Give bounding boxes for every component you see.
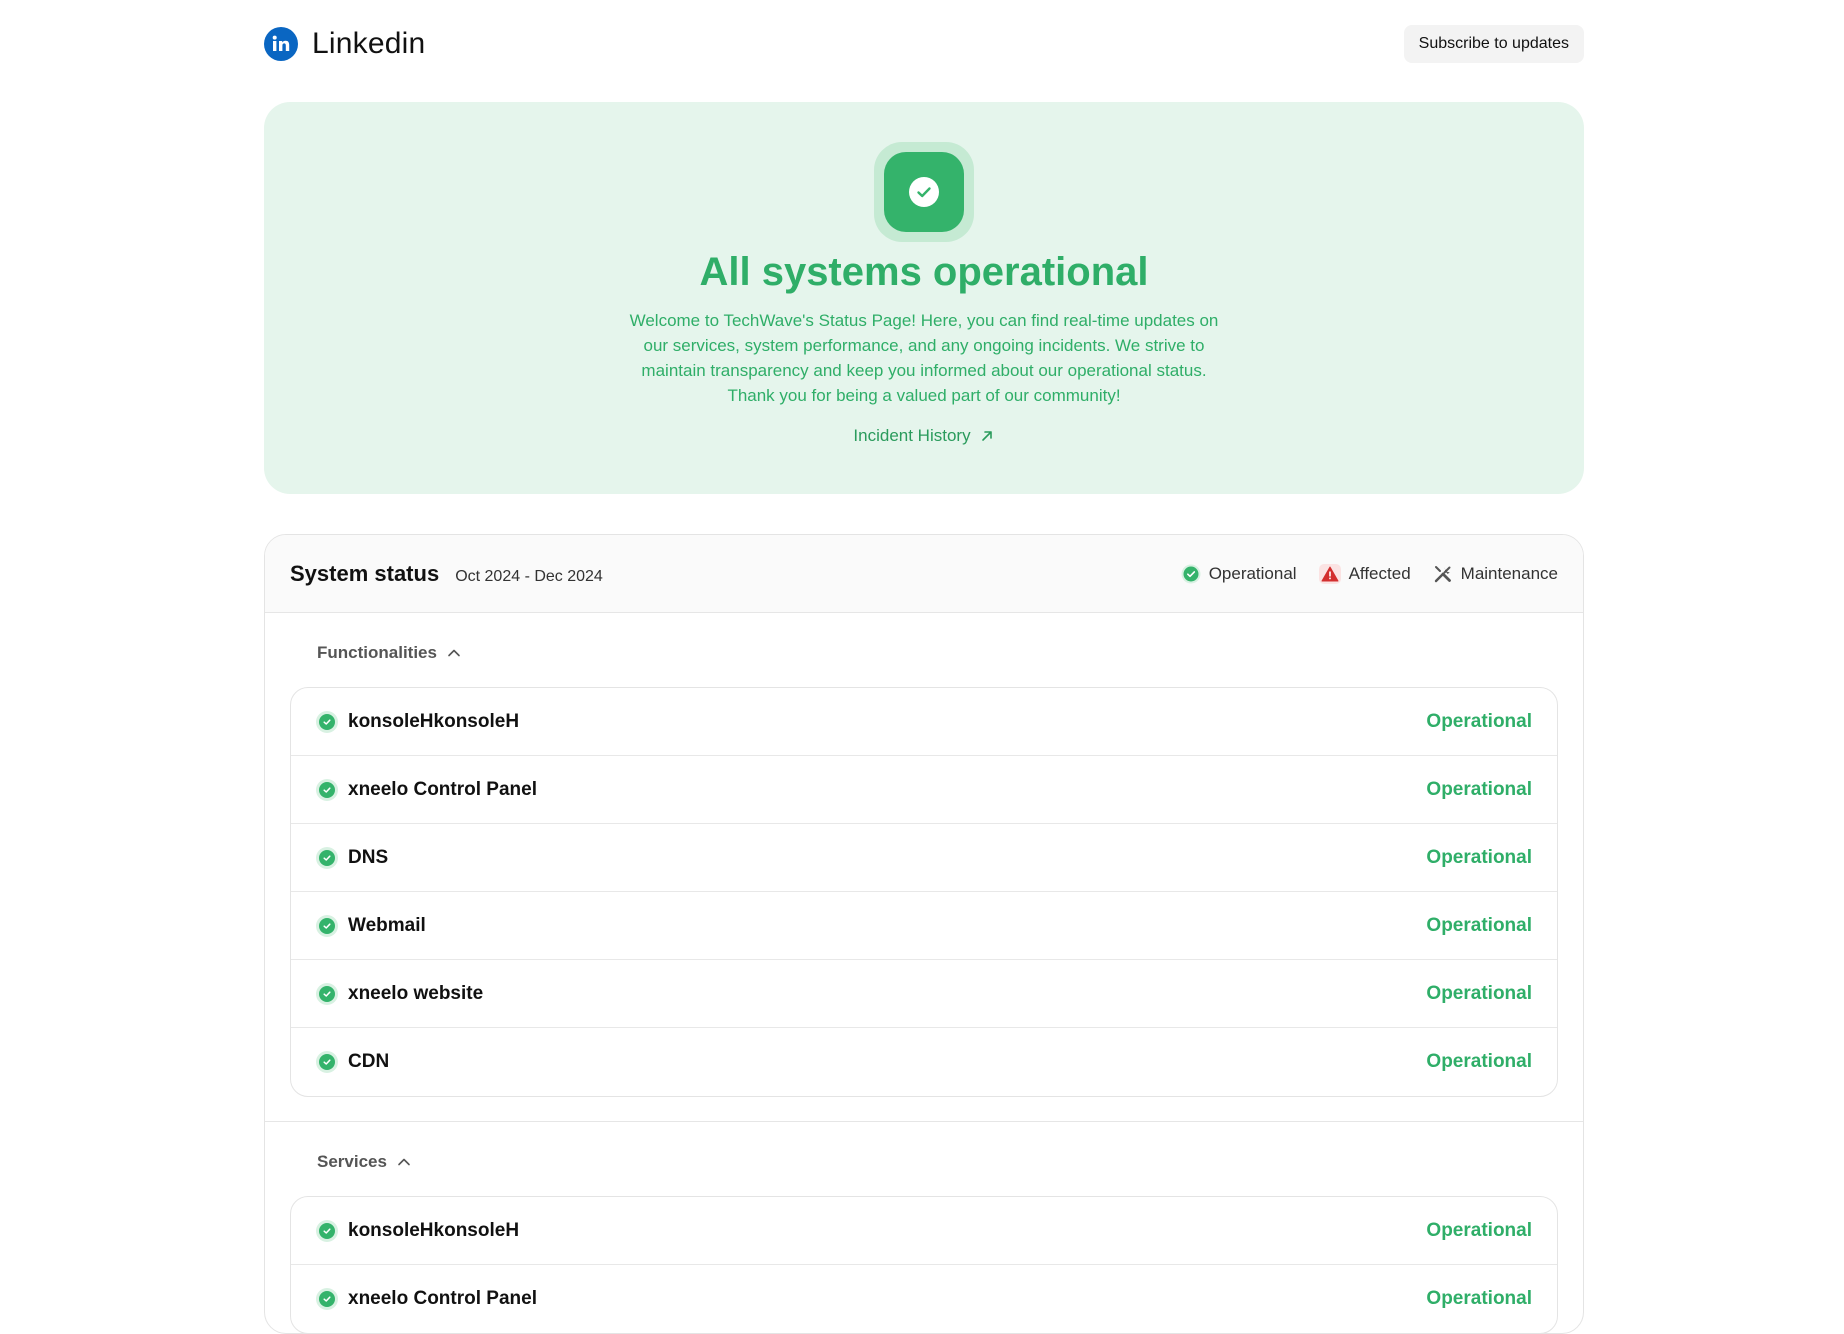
group-label: Services <box>317 1152 387 1171</box>
legend-operational: Operational <box>1181 564 1297 584</box>
arrow-up-right-icon <box>981 431 992 441</box>
service-status: Operational <box>1426 1051 1532 1072</box>
service-status: Operational <box>1426 846 1532 868</box>
service-name: xneelo Control Panel <box>348 778 537 800</box>
list-item: konsoleHkonsoleH Operational <box>291 688 1557 756</box>
hero-status-icon <box>874 142 974 242</box>
system-status-title: System status <box>290 560 440 586</box>
services-list: konsoleHkonsoleH Operational xneelo Cont… <box>290 1196 1558 1333</box>
legend-maintenance: Maintenance <box>1433 564 1558 584</box>
functionalities-toggle[interactable]: Functionalities <box>290 637 1558 669</box>
brand-name: Linkedin <box>312 27 426 60</box>
service-name: xneelo website <box>348 982 484 1004</box>
page-header: Linkedin Subscribe to updates <box>264 24 1584 64</box>
group-label: Functionalities <box>317 643 437 662</box>
system-status-header: System status Oct 2024 - Dec 2024 Operat… <box>265 535 1583 613</box>
status-hero: All systems operational Welcome to TechW… <box>264 102 1584 494</box>
list-item: DNS Operational <box>291 824 1557 892</box>
legend-maintenance-label: Maintenance <box>1460 563 1558 583</box>
check-circle-icon <box>909 177 939 207</box>
hero-title: All systems operational <box>699 250 1149 294</box>
check-circle-icon <box>316 846 338 869</box>
legend-affected: Affected <box>1318 563 1411 584</box>
operational-check-icon <box>1181 564 1201 583</box>
service-status: Operational <box>1426 1288 1532 1309</box>
service-name: CDN <box>348 1051 390 1072</box>
check-circle-icon <box>316 710 338 733</box>
group-functionalities: Functionalities konsoleHkonsoleH Operati… <box>265 613 1583 1121</box>
service-status: Operational <box>1426 778 1532 800</box>
list-item: xneelo website Operational <box>291 960 1557 1028</box>
brand[interactable]: Linkedin <box>264 27 425 61</box>
check-circle-icon <box>316 1288 338 1310</box>
incident-history-label: Incident History <box>853 426 971 445</box>
list-item: xneelo Control Panel Operational <box>291 1265 1557 1333</box>
services-toggle[interactable]: Services <box>290 1146 1558 1178</box>
service-status: Operational <box>1426 982 1532 1004</box>
check-circle-icon <box>316 1219 338 1242</box>
service-status: Operational <box>1426 914 1532 936</box>
check-circle-icon <box>316 914 338 937</box>
status-legend: Operational Affected Maintenance <box>1181 563 1558 584</box>
service-status: Operational <box>1426 1219 1532 1241</box>
legend-operational-label: Operational <box>1208 563 1297 583</box>
hero-description: Welcome to TechWave's Status Page! Here,… <box>629 311 1219 405</box>
chevron-up-icon <box>398 1158 410 1166</box>
list-item: Webmail Operational <box>291 892 1557 960</box>
subscribe-button[interactable]: Subscribe to updates <box>1403 25 1584 63</box>
legend-affected-label: Affected <box>1348 563 1411 583</box>
warning-triangle-icon <box>1318 563 1341 584</box>
date-range: Oct 2024 - Dec 2024 <box>455 567 603 585</box>
service-name: konsoleHkonsoleH <box>348 1219 520 1241</box>
list-item: CDN Operational <box>291 1028 1557 1096</box>
functionalities-list: konsoleHkonsoleH Operational xneelo Cont… <box>290 687 1558 1097</box>
check-circle-icon <box>316 778 338 801</box>
linkedin-logo-icon <box>264 27 298 61</box>
chevron-up-icon <box>448 649 460 657</box>
system-status-card: System status Oct 2024 - Dec 2024 Operat… <box>264 534 1584 1334</box>
list-item: konsoleHkonsoleH Operational <box>291 1197 1557 1265</box>
wrench-screwdriver-icon <box>1434 565 1451 582</box>
service-name: Webmail <box>348 914 426 936</box>
service-status: Operational <box>1426 710 1532 732</box>
service-name: DNS <box>348 846 389 868</box>
check-circle-icon <box>316 982 338 1005</box>
list-item: xneelo Control Panel Operational <box>291 756 1557 824</box>
service-name: konsoleHkonsoleH <box>348 710 520 732</box>
incident-history-link[interactable]: Incident History <box>264 426 1584 446</box>
group-services: Services konsoleHkonsoleH Operational xn… <box>265 1121 1583 1333</box>
check-circle-icon <box>316 1051 338 1073</box>
service-name: xneelo Control Panel <box>348 1288 537 1309</box>
